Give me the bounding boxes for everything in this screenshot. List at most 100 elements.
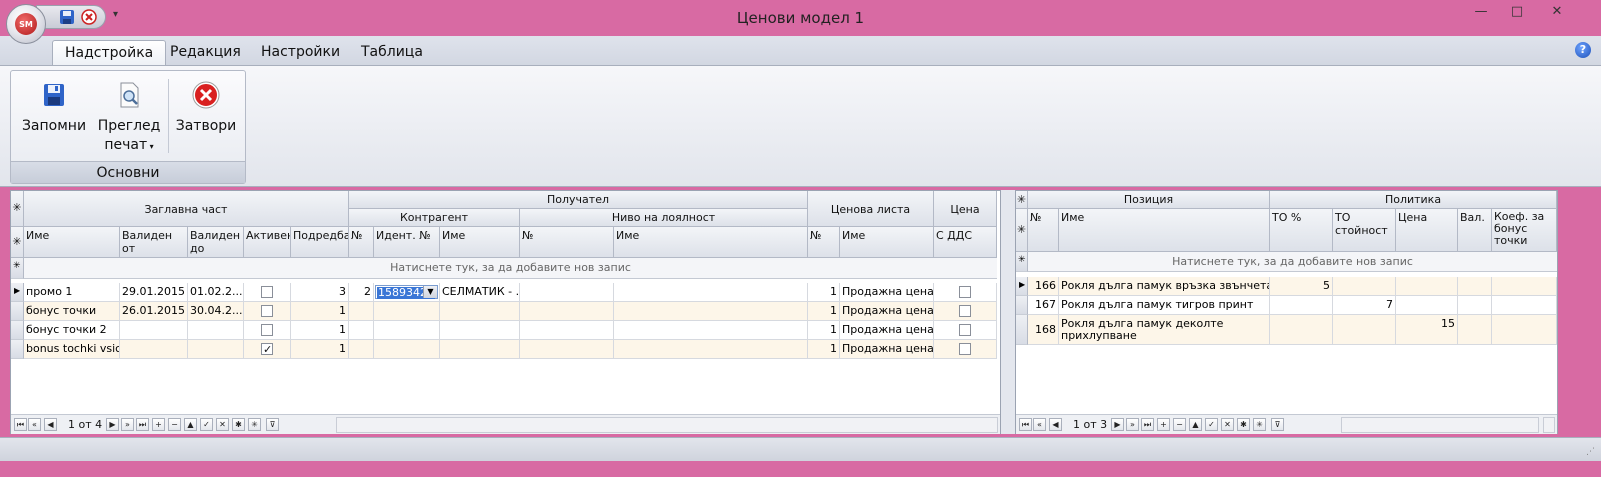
table-cell[interactable]	[120, 321, 188, 340]
new-icon[interactable]: ✱	[1237, 418, 1250, 431]
table-cell[interactable]: 5	[1270, 277, 1333, 296]
col-vat[interactable]: С ДДС	[934, 227, 997, 258]
col-no[interactable]: №	[1028, 209, 1059, 252]
table-cell[interactable]	[520, 321, 614, 340]
table-cell[interactable]	[934, 302, 997, 321]
table-cell[interactable]: Рокля дълга памук тигров принт	[1059, 296, 1270, 315]
col-pricelist-no[interactable]: №	[808, 227, 840, 258]
tab-redaktsiya[interactable]: Редакция	[158, 40, 253, 65]
table-cell[interactable]	[614, 302, 808, 321]
table-cell[interactable]	[374, 340, 440, 359]
table-cell[interactable]	[440, 302, 520, 321]
col-valid-from[interactable]: Валиден от	[120, 227, 188, 258]
save-icon[interactable]: ✓	[1205, 418, 1218, 431]
identifier-combo-editor[interactable]: 15893423 ▼	[375, 285, 438, 299]
checkbox[interactable]	[959, 343, 971, 355]
prev-icon[interactable]: ◀	[1049, 418, 1062, 431]
table-cell[interactable]: СЕЛМАТИК - ...	[440, 283, 520, 302]
filter-star-icon[interactable]: ✳	[1253, 418, 1266, 431]
table-cell[interactable]	[1458, 277, 1492, 296]
table-cell[interactable]	[349, 302, 374, 321]
table-cell[interactable]: бонус точки 2	[24, 321, 120, 340]
help-icon[interactable]: ?	[1575, 42, 1591, 58]
checkbox[interactable]	[261, 341, 273, 358]
table-cell[interactable]	[1270, 315, 1333, 345]
col-price[interactable]: Цена	[1396, 209, 1458, 252]
filter-icon[interactable]: ⊽	[266, 418, 279, 431]
checkbox[interactable]	[261, 324, 273, 336]
last-icon[interactable]: ⏭	[136, 418, 149, 431]
add-new-record-row-right[interactable]: Натиснете тук, за да добавите нов запис	[1028, 252, 1557, 272]
cancel-icon[interactable]: ✕	[1221, 418, 1234, 431]
table-cell[interactable]	[244, 302, 291, 321]
new-icon[interactable]: ✱	[232, 418, 245, 431]
close-window-button[interactable]: ✕	[1542, 4, 1572, 24]
table-cell[interactable]: 1	[808, 302, 840, 321]
table-cell[interactable]	[1492, 296, 1557, 315]
table-cell[interactable]	[188, 321, 244, 340]
table-cell[interactable]	[1492, 277, 1557, 296]
table-cell[interactable]: Рокля дълга памук връзка звънчета	[1059, 277, 1270, 296]
filter-icon[interactable]: ⊽	[1271, 418, 1284, 431]
table-cell[interactable]	[120, 340, 188, 359]
table-cell[interactable]	[614, 321, 808, 340]
table-cell[interactable]	[1492, 315, 1557, 345]
next-page-icon[interactable]: »	[1126, 418, 1139, 431]
table-cell[interactable]	[934, 283, 997, 302]
application-button[interactable]: SM	[6, 4, 46, 44]
print-preview-button[interactable]: Преглед печат ▾	[95, 79, 163, 156]
table-cell[interactable]: 1	[291, 340, 349, 359]
left-horizontal-scrollbar[interactable]	[336, 417, 998, 433]
up-icon[interactable]: ▲	[184, 418, 197, 431]
col-item-name[interactable]: Име	[1059, 209, 1270, 252]
table-cell[interactable]: 1	[808, 283, 840, 302]
table-cell[interactable]	[520, 283, 614, 302]
append-icon[interactable]: +	[152, 418, 165, 431]
row-selector[interactable]	[1016, 296, 1028, 315]
row-selector[interactable]	[11, 302, 24, 321]
save-icon[interactable]: ✓	[200, 418, 213, 431]
table-cell[interactable]	[244, 321, 291, 340]
close-button[interactable]: Затвори	[175, 79, 237, 136]
col-contragent-name[interactable]: Име	[440, 227, 520, 258]
table-cell[interactable]: бонус точки	[24, 302, 120, 321]
next-page-icon[interactable]: »	[121, 418, 134, 431]
table-cell[interactable]	[520, 302, 614, 321]
table-cell[interactable]	[349, 340, 374, 359]
table-cell[interactable]	[934, 321, 997, 340]
row-selector[interactable]: ▶	[11, 283, 24, 302]
table-cell[interactable]: Продажна цена	[840, 340, 934, 359]
table-cell[interactable]	[374, 321, 440, 340]
col-valid-to[interactable]: Валиден до	[188, 227, 244, 258]
table-cell[interactable]	[520, 340, 614, 359]
tab-nadstroyka[interactable]: Надстройка	[52, 40, 167, 65]
col-name[interactable]: Име	[24, 227, 120, 258]
maximize-button[interactable]: □	[1502, 4, 1532, 24]
checkbox[interactable]	[261, 286, 273, 298]
table-cell[interactable]	[374, 302, 440, 321]
table-cell[interactable]: 1	[808, 321, 840, 340]
row-selector[interactable]: ▶	[1016, 277, 1028, 296]
col-loyalty-name[interactable]: Име	[614, 227, 808, 258]
table-cell[interactable]	[1458, 296, 1492, 315]
checkbox[interactable]	[959, 324, 971, 336]
panel-splitter[interactable]	[1001, 190, 1015, 434]
table-cell[interactable]: 30.04.2...	[188, 302, 244, 321]
row-selector[interactable]	[1016, 315, 1028, 345]
table-cell[interactable]: 29.01.2015	[120, 283, 188, 302]
table-cell[interactable]	[349, 321, 374, 340]
table-cell[interactable]: 15893423 ▼	[374, 283, 440, 302]
minimize-button[interactable]: —	[1466, 4, 1496, 24]
row-selector[interactable]	[11, 340, 24, 359]
table-cell[interactable]: 166	[1028, 277, 1059, 296]
first-icon[interactable]: ⏮	[14, 418, 27, 431]
col-loyalty-no[interactable]: №	[520, 227, 614, 258]
table-cell[interactable]: Рокля дълга памук деколте прихлупване	[1059, 315, 1270, 345]
save-button[interactable]: Запомни	[19, 79, 89, 136]
table-cell[interactable]: 2	[349, 283, 374, 302]
table-cell[interactable]	[614, 340, 808, 359]
table-cell[interactable]: 7	[1333, 296, 1396, 315]
table-cell[interactable]	[934, 340, 997, 359]
table-cell[interactable]: bonus tochki vsichki	[24, 340, 120, 359]
table-cell[interactable]: Продажна цена	[840, 302, 934, 321]
